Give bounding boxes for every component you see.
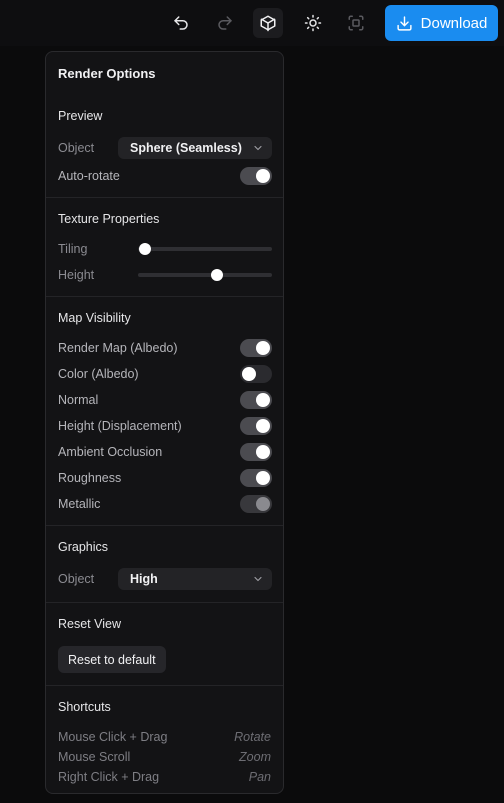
focus-icon (348, 15, 364, 31)
divider (46, 197, 283, 198)
toggle-knob (256, 393, 270, 407)
shortcut-result: Rotate (234, 730, 271, 744)
map-visibility-toggle[interactable] (240, 443, 272, 461)
download-icon (397, 15, 412, 31)
map-row-label: Ambient Occlusion (58, 445, 163, 459)
tiling-slider[interactable] (138, 243, 272, 255)
map-visibility-toggle[interactable] (240, 391, 272, 409)
height-slider-thumb[interactable] (211, 269, 224, 281)
toggle-knob (256, 445, 270, 459)
map-visibility-toggle[interactable] (240, 365, 272, 383)
reset-view-section-title: Reset View (58, 617, 121, 631)
chevron-down-icon (252, 573, 264, 585)
redo-icon (218, 16, 232, 30)
autorotate-toggle[interactable] (240, 167, 272, 185)
shortcut-action: Mouse Scroll (58, 750, 131, 764)
height-label: Height (58, 268, 95, 282)
divider (46, 296, 283, 297)
preview-section-title: Preview (58, 109, 103, 123)
download-button[interactable]: Download (385, 5, 498, 41)
shortcut-result: Pan (248, 770, 271, 784)
download-label: Download (420, 14, 488, 32)
lighting-button[interactable] (298, 8, 328, 38)
redo-button[interactable] (210, 8, 240, 38)
shortcut-result: Zoom (239, 750, 271, 764)
tiling-label: Tiling (58, 242, 88, 256)
map-row-label: Render Map (Albedo) (58, 341, 178, 355)
map-visibility-toggle (240, 495, 272, 513)
map-row-label: Height (Displacement) (58, 419, 182, 433)
sun-icon (304, 14, 322, 32)
reset-to-default-button[interactable]: Reset to default (58, 646, 166, 673)
preview-object-select[interactable]: Sphere (Seamless) (118, 137, 272, 159)
toggle-knob (256, 419, 270, 433)
map-visibility-section-title: Map Visibility (58, 311, 131, 325)
undo-icon (174, 16, 188, 30)
preview-object-label: Object (58, 141, 95, 155)
panel-title: Render Options (58, 66, 156, 81)
map-row-label: Metallic (58, 497, 101, 511)
render-options-panel: Render Options Preview Object Sphere (Se… (45, 51, 284, 794)
tiling-slider-thumb[interactable] (138, 243, 151, 255)
undo-button[interactable] (166, 8, 196, 38)
divider (46, 602, 283, 603)
graphics-quality-value: High (130, 572, 158, 586)
preview-object-value: Sphere (Seamless) (130, 141, 242, 155)
toggle-knob (256, 471, 270, 485)
graphics-quality-select[interactable]: High (118, 568, 272, 590)
graphics-object-label: Object (58, 572, 95, 586)
autorotate-label: Auto-rotate (58, 169, 120, 183)
divider (46, 685, 283, 686)
map-visibility-toggle[interactable] (240, 469, 272, 487)
top-toolbar: Download (0, 0, 504, 46)
shortcuts-section-title: Shortcuts (58, 700, 111, 714)
height-slider[interactable] (138, 269, 272, 281)
cube-icon (260, 15, 276, 32)
shortcut-action: Right Click + Drag (58, 770, 160, 784)
chevron-down-icon (252, 142, 264, 154)
texture-section-title: Texture Properties (58, 212, 160, 226)
toggle-knob (242, 367, 256, 381)
graphics-section-title: Graphics (58, 540, 109, 554)
toggle-knob (256, 341, 270, 355)
render-options-button[interactable] (253, 8, 283, 38)
map-row-label: Color (Albedo) (58, 367, 139, 381)
divider (46, 525, 283, 526)
map-visibility-toggle[interactable] (240, 417, 272, 435)
map-row-label: Roughness (58, 471, 122, 485)
map-row-label: Normal (58, 393, 99, 407)
shortcut-action: Mouse Click + Drag (58, 730, 168, 744)
map-visibility-toggle[interactable] (240, 339, 272, 357)
toggle-knob (256, 169, 270, 183)
focus-button[interactable] (341, 8, 371, 38)
toggle-knob (256, 497, 270, 511)
